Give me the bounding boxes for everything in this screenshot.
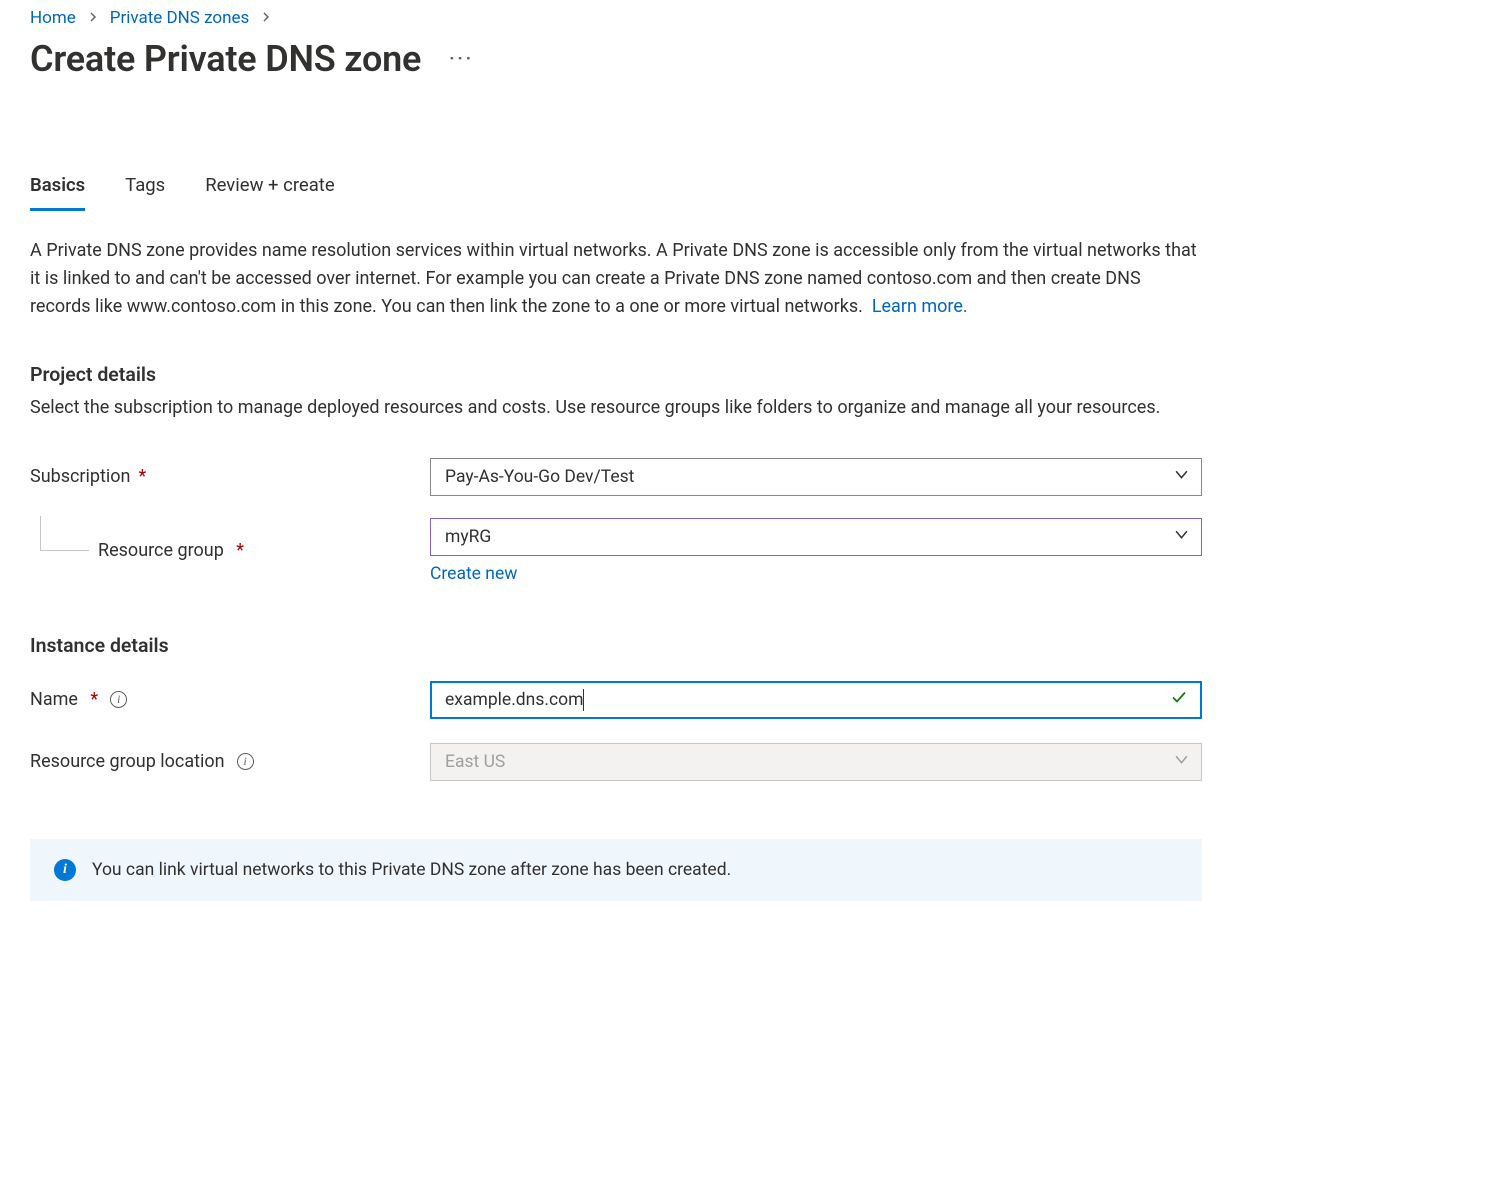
rg-location-select: East US — [430, 743, 1202, 781]
required-icon: * — [232, 540, 244, 561]
intro-text: A Private DNS zone provides name resolut… — [30, 237, 1202, 321]
tab-review-create[interactable]: Review + create — [205, 174, 334, 211]
required-icon: * — [139, 466, 147, 487]
name-label: Name * i — [30, 689, 430, 710]
chevron-right-icon — [261, 11, 271, 25]
page-title: Create Private DNS zone — [30, 38, 421, 80]
required-icon: * — [86, 689, 98, 710]
section-instance-details-title: Instance details — [30, 634, 1202, 657]
resource-group-label: Resource group * — [30, 540, 430, 561]
chevron-right-icon — [88, 11, 98, 25]
rg-location-label: Resource group location i — [30, 751, 430, 772]
breadcrumb-private-dns-zones[interactable]: Private DNS zones — [110, 8, 250, 28]
breadcrumb: Home Private DNS zones — [30, 0, 1202, 28]
subscription-select[interactable]: Pay-As-You-Go Dev/Test — [430, 458, 1202, 496]
learn-more-link[interactable]: Learn more. — [872, 296, 968, 317]
check-icon — [1170, 688, 1188, 711]
tabs: Basics Tags Review + create — [30, 174, 1202, 211]
tab-tags[interactable]: Tags — [125, 174, 165, 211]
info-icon[interactable]: i — [110, 691, 127, 708]
breadcrumb-home[interactable]: Home — [30, 8, 76, 28]
section-project-details-desc: Select the subscription to manage deploy… — [30, 394, 1202, 422]
section-project-details-title: Project details — [30, 363, 1202, 386]
subscription-label: Subscription* — [30, 466, 430, 487]
create-new-rg-link[interactable]: Create new — [430, 564, 517, 584]
info-text: You can link virtual networks to this Pr… — [92, 860, 731, 880]
chevron-down-icon — [1174, 527, 1189, 547]
info-icon[interactable]: i — [237, 753, 254, 770]
info-banner: i You can link virtual networks to this … — [30, 839, 1202, 901]
info-icon: i — [54, 859, 76, 881]
chevron-down-icon — [1174, 467, 1189, 487]
tab-basics[interactable]: Basics — [30, 174, 85, 211]
name-input[interactable]: example.dns.com — [430, 681, 1202, 719]
more-actions-icon[interactable]: ··· — [449, 49, 474, 69]
resource-group-select[interactable]: myRG — [430, 518, 1202, 556]
chevron-down-icon — [1174, 752, 1189, 772]
